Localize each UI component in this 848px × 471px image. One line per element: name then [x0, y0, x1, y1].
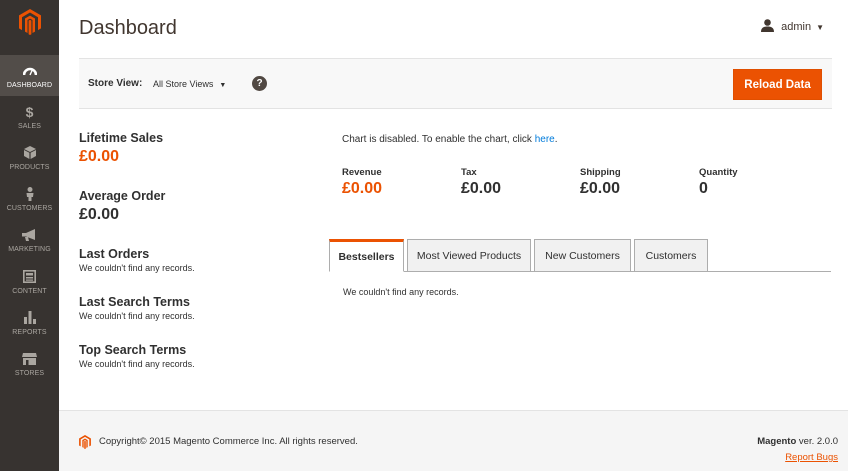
quantity-value: 0: [699, 180, 708, 197]
lifetime-sales-value: £0.00: [79, 148, 120, 165]
reload-data-button[interactable]: Reload Data: [733, 69, 822, 100]
footer: Copyright© 2015 Magento Commerce Inc. Al…: [59, 410, 848, 471]
tax-label: Tax: [461, 167, 477, 178]
last-search-terms-title: Last Search Terms: [79, 295, 190, 309]
admin-sidebar: DASHBOARD $ SALES PRODUCTS CUSTOMERS MAR…: [0, 0, 59, 471]
store-view-label: Store View:: [88, 78, 143, 89]
sidebar-item-label: CONTENT: [12, 287, 47, 295]
store-view-select[interactable]: All Store Views ▼: [153, 79, 226, 89]
sidebar-item-products[interactable]: PRODUCTS: [0, 137, 59, 178]
sidebar-item-stores[interactable]: STORES: [0, 343, 59, 384]
sidebar-item-dashboard[interactable]: DASHBOARD: [0, 55, 59, 96]
sidebar-item-marketing[interactable]: MARKETING: [0, 219, 59, 260]
last-orders-empty: We couldn't find any records.: [79, 263, 195, 273]
sidebar-item-reports[interactable]: REPORTS: [0, 302, 59, 343]
store-view-bar: Store View: All Store Views ▼ ? Reload Da…: [79, 58, 832, 109]
chart-notice-suffix: .: [554, 134, 558, 145]
enable-chart-link[interactable]: here: [535, 134, 555, 145]
chart-notice-text: Chart is disabled. To enable the chart, …: [342, 134, 535, 145]
user-icon: [761, 19, 775, 35]
store-icon: [22, 351, 38, 367]
bar-chart-icon: [22, 310, 38, 326]
magento-logo-icon: [79, 435, 91, 454]
layout-icon: [22, 269, 38, 285]
report-bugs-link[interactable]: Report Bugs: [785, 452, 838, 463]
last-search-terms-empty: We couldn't find any records.: [79, 311, 195, 321]
quantity-label: Quantity: [699, 167, 738, 178]
sidebar-item-label: SALES: [17, 122, 42, 130]
sidebar-item-content[interactable]: CONTENT: [0, 261, 59, 302]
version-info: Magento ver. 2.0.0: [757, 436, 838, 447]
cube-icon: [22, 145, 38, 161]
help-icon[interactable]: ?: [252, 76, 267, 91]
top-search-terms-empty: We couldn't find any records.: [79, 359, 195, 369]
shipping-label: Shipping: [580, 167, 621, 178]
top-search-terms-title: Top Search Terms: [79, 343, 187, 357]
sidebar-item-label: PRODUCTS: [9, 163, 50, 171]
version-text: ver. 2.0.0: [796, 436, 838, 447]
sidebar-item-label: DASHBOARD: [6, 81, 53, 89]
user-name: admin: [781, 21, 812, 33]
last-orders-title: Last Orders: [79, 247, 150, 261]
sidebar-item-label: CUSTOMERS: [6, 204, 53, 212]
brand-name: Magento: [757, 436, 797, 447]
megaphone-icon: [22, 227, 38, 243]
shipping-value: £0.00: [580, 180, 621, 197]
chart-disabled-notice: Chart is disabled. To enable the chart, …: [342, 134, 558, 145]
copyright-text: Copyright© 2015 Magento Commerce Inc. Al…: [99, 436, 358, 447]
magento-logo-icon[interactable]: [0, 0, 59, 44]
revenue-label: Revenue: [342, 167, 382, 178]
store-view-selected: All Store Views: [153, 79, 214, 89]
average-order-value: £0.00: [79, 206, 120, 223]
dollar-icon: $: [25, 103, 34, 120]
sidebar-item-sales[interactable]: $ SALES: [0, 96, 59, 137]
person-icon: [22, 186, 38, 202]
chevron-down-icon: ▼: [219, 82, 227, 89]
average-order-title: Average Order: [79, 189, 166, 203]
dashboard-icon: [22, 63, 38, 79]
tax-value: £0.00: [461, 180, 502, 197]
page-title: Dashboard: [79, 17, 177, 39]
tab-customers[interactable]: Customers: [634, 239, 708, 272]
tab-content-empty: We couldn't find any records.: [343, 287, 459, 297]
sidebar-item-label: MARKETING: [8, 245, 51, 253]
lifetime-sales-title: Lifetime Sales: [79, 131, 164, 145]
admin-user-menu[interactable]: admin ▼: [761, 19, 824, 35]
tab-bestsellers[interactable]: Bestsellers: [329, 239, 404, 272]
tab-most-viewed-products[interactable]: Most Viewed Products: [407, 239, 531, 272]
revenue-value: £0.00: [342, 180, 383, 197]
sidebar-item-label: STORES: [14, 369, 45, 377]
sidebar-item-label: REPORTS: [12, 328, 47, 336]
sidebar-item-customers[interactable]: CUSTOMERS: [0, 178, 59, 219]
tab-new-customers[interactable]: New Customers: [534, 239, 631, 272]
chevron-down-icon: ▼: [816, 22, 824, 32]
